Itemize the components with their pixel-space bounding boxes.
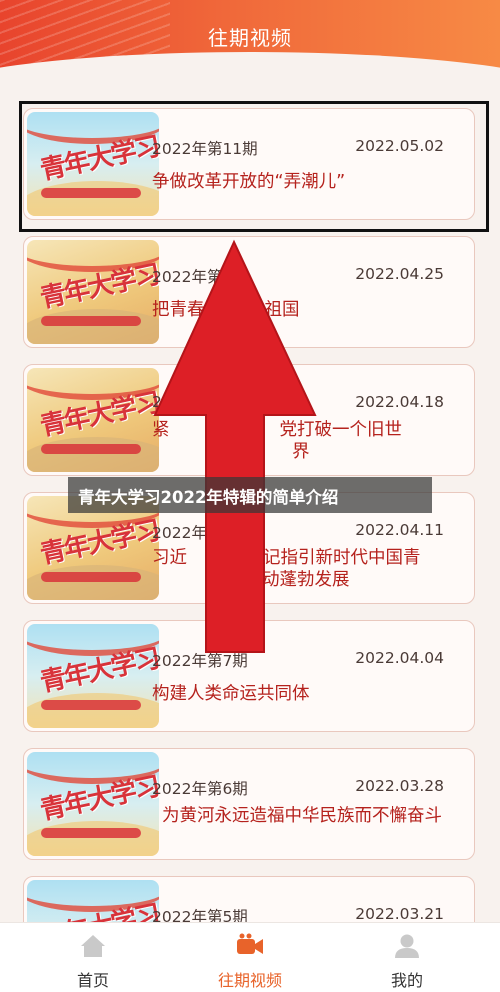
episode-title: 紧 党打破一个旧世 界 <box>152 419 452 463</box>
episode-card[interactable]: 青年大学习 2022年第6期 2022.03.28 为黄河永远造福中华民族而不懈… <box>23 748 475 860</box>
episode-card[interactable]: 青年大学习 2022 2022.04.18 紧 党打破一个旧世 界 <box>23 364 475 476</box>
episode-date: 2022.03.28 <box>355 777 444 795</box>
episode-title-part: 记指引新时代中国青 <box>263 548 421 568</box>
page-title: 往期视频 <box>208 26 292 50</box>
episode-title-part: 把青春 <box>152 300 205 320</box>
tab-label: 我的 <box>390 971 423 990</box>
highlight-box <box>19 101 489 232</box>
episode-card[interactable]: 青年大学习 2022年第7期 2022.04.04 构建人类命运共同体 <box>23 620 475 732</box>
episode-title: 把青春 祖国 <box>152 299 452 321</box>
episode-issue: 2022年第 <box>152 268 223 286</box>
episode-issue: 2022年第7期 <box>152 652 248 670</box>
episode-thumbnail: 青年大学习 <box>27 624 159 728</box>
episode-date: 2022.04.25 <box>355 265 444 283</box>
tab-label: 首页 <box>76 971 109 990</box>
episode-issue: 2022 <box>152 393 192 411</box>
episode-issue: 2022年 <box>152 524 207 542</box>
home-icon <box>81 935 105 957</box>
tab-home[interactable]: 首页 <box>10 923 176 992</box>
bottom-tab-bar: 首页 往期视频 我的 <box>0 922 500 992</box>
episode-title-part: 动蓬勃发展 <box>262 570 350 590</box>
episode-date: 2022.04.04 <box>355 649 444 667</box>
video-camera-icon <box>237 933 263 954</box>
episode-thumbnail: 青年大学习 <box>27 752 159 856</box>
episode-title-part: 界 <box>292 442 310 462</box>
episode-title: 构建人类命运共同体 <box>152 684 310 704</box>
episode-date: 2022.04.11 <box>355 521 444 539</box>
episode-thumbnail: 青年大学习 <box>27 368 159 472</box>
episode-card[interactable]: 青年大学习 2022年第 2022.04.25 把青春 祖国 <box>23 236 475 348</box>
page-header: 往期视频 <box>0 0 500 80</box>
episode-issue: 2022年第6期 <box>152 780 248 798</box>
caption-banner: 青年大学习2022年特辑的简单介绍 <box>68 477 432 513</box>
tab-label: 往期视频 <box>217 971 282 990</box>
episode-title-part: 祖国 <box>264 300 300 320</box>
episode-thumbnail: 青年大学习 <box>27 240 159 344</box>
episode-title: 习近 记指引新时代中国青 动蓬勃发展 <box>152 547 452 591</box>
caption-text: 青年大学习2022年特辑的简单介绍 <box>78 488 339 507</box>
episode-title-part: 紧 <box>152 420 170 440</box>
episode-title-part: 习近 <box>152 548 187 568</box>
tab-mine[interactable]: 我的 <box>324 923 490 992</box>
episode-date: 2022.04.18 <box>355 393 444 411</box>
episode-title: 为黄河永远造福中华民族而不懈奋斗 <box>162 806 442 826</box>
user-icon <box>395 934 419 958</box>
episode-title-part: 党打破一个旧世 <box>279 420 403 440</box>
tab-past-videos[interactable]: 往期视频 <box>167 923 333 992</box>
episode-date: 2022.03.21 <box>355 905 444 923</box>
